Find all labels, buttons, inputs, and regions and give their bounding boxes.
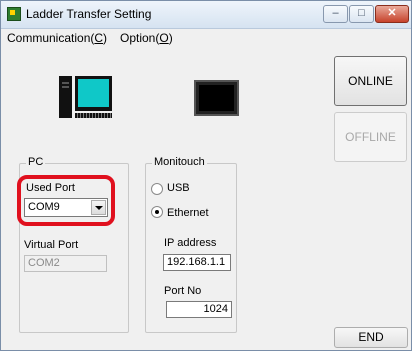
monitouch-group-title: Monitouch (152, 156, 207, 168)
maximize-icon: □ (358, 7, 365, 19)
used-port-highlight (17, 175, 115, 226)
maximize-button[interactable]: □ (349, 5, 374, 23)
end-button[interactable]: END (334, 327, 408, 348)
menu-communication[interactable]: Communication(C) (7, 31, 107, 45)
menu-option[interactable]: Option(O) (120, 31, 173, 45)
offline-button[interactable]: OFFLINE (334, 112, 407, 162)
online-button[interactable]: ONLINE (334, 56, 407, 106)
port-no-label: Port No (164, 285, 202, 297)
pc-group-title: PC (26, 156, 46, 168)
monitouch-panel-icon (194, 80, 239, 116)
pc-monitor (75, 76, 112, 111)
ladder-transfer-window: Ladder Transfer Setting – □ ✕ Communicat… (0, 0, 412, 351)
pc-keyboard (75, 113, 112, 118)
minimize-icon: – (332, 7, 339, 19)
pc-icon (59, 76, 112, 118)
ip-address-field[interactable]: 192.168.1.1 (163, 254, 231, 271)
usb-radio[interactable] (151, 183, 163, 195)
minimize-button[interactable]: – (323, 5, 348, 23)
usb-label[interactable]: USB (167, 182, 190, 194)
port-no-field[interactable]: 1024 (166, 301, 232, 318)
ethernet-radio[interactable] (151, 206, 163, 218)
close-button[interactable]: ✕ (375, 5, 409, 23)
menu-bar: Communication(C) Option(O) (1, 29, 411, 47)
ethernet-label[interactable]: Ethernet (167, 207, 209, 219)
virtual-port-label: Virtual Port (24, 239, 79, 251)
pc-tower (59, 76, 72, 118)
app-icon (7, 7, 21, 21)
title-bar[interactable]: Ladder Transfer Setting – □ ✕ (1, 1, 411, 29)
ip-address-label: IP address (164, 237, 217, 249)
close-icon: ✕ (387, 7, 397, 19)
window-title: Ladder Transfer Setting (26, 7, 152, 21)
virtual-port-field: COM2 (24, 255, 107, 272)
